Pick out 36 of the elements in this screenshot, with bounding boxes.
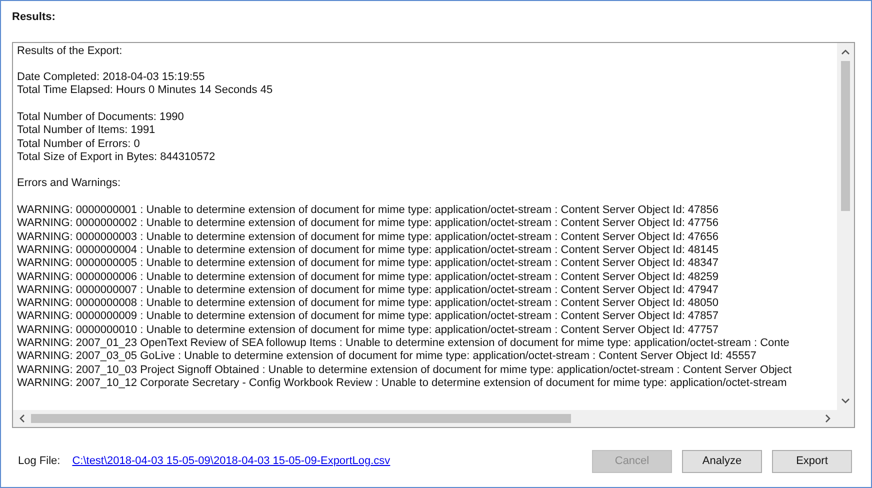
result-line: Total Size of Export in Bytes: 844310572 <box>17 150 216 164</box>
scrollbar-thumb[interactable] <box>31 414 571 422</box>
result-line: WARNING: 0000000008 : Unable to determine extension of document for mime type: application/octet-stream : Content Server Object Id: 48050 <box>17 297 719 310</box>
result-line: Errors and Warnings: <box>17 177 121 191</box>
result-line: Total Number of Errors: 0 <box>17 138 140 151</box>
result-line: Results of the Export: <box>17 44 122 58</box>
vertical-scrollbar[interactable] <box>837 42 854 410</box>
section-title: Results: <box>12 10 56 25</box>
result-line: WARNING: 2007_10_12 Corporate Secretary - Config Workbook Review : Unable to determine extension of document for mime type: application/octet-stream <box>17 376 787 390</box>
scroll-left-icon <box>19 414 25 422</box>
result-line: WARNING: 0000000004 : Unable to determine extension of document for mime type: application/octet-stream : Content Server Object Id: 48145 <box>17 244 719 258</box>
results-text-area[interactable] <box>12 42 855 428</box>
result-line: Total Number of Items: 1991 <box>17 124 156 138</box>
horizontal-scrollbar[interactable] <box>13 410 854 426</box>
log-file-label: Log File: <box>18 454 60 469</box>
result-line: WARNING: 0000000002 : Unable to determine extension of document for mime type: application/octet-stream : Content Server Object Id: 47756 <box>17 217 719 231</box>
result-line: WARNING: 2007_03_05 GoLive : Unable to determine extension of document for mime type: application/octet-stream : Content Server Object Id: 45557 <box>17 350 756 364</box>
result-line: WARNING: 0000000001 : Unable to determine extension of document for mime type: application/octet-stream : Content Server Object Id: 47856 <box>17 204 719 218</box>
dialog-button[interactable]: Analyze <box>682 450 762 472</box>
result-line: WARNING: 0000000010 : Unable to determine extension of document for mime type: application/octet-stream : Content Server Object Id: 47757 <box>17 324 719 338</box>
result-line: WARNING: 0000000006 : Unable to determine extension of document for mime type: application/octet-stream : Content Server Object Id: 48259 <box>17 270 719 284</box>
scroll-up-icon <box>841 48 850 54</box>
result-line: WARNING: 2007_10_03 Project Signoff Obtained : Unable to determine extension of document for mime type: application/octet-stream : Content Server Object <box>17 364 792 377</box>
result-line: Total Time Elapsed: Hours 0 Minutes 14 Seconds 45 <box>17 84 273 98</box>
result-line: WARNING: 2007_01_23 OpenText Review of SEA followup Items : Unable to determine extension of document for mime type: application/octet-stream : Conte <box>17 337 790 350</box>
result-line: Total Number of Documents: 1990 <box>17 110 184 124</box>
scroll-right-icon <box>825 414 831 422</box>
result-line: WARNING: 0000000007 : Unable to determine extension of document for mime type: application/octet-stream : Content Server Object Id: 47947 <box>17 284 719 298</box>
scrollbar-thumb[interactable] <box>841 60 850 210</box>
result-line: WARNING: 0000000009 : Unable to determine extension of document for mime type: application/octet-stream : Content Server Object Id: 47857 <box>17 310 719 324</box>
dialog-button[interactable]: Export <box>772 450 852 472</box>
scroll-down-icon <box>841 398 850 404</box>
log-file-link[interactable]: C:\test\2018-04-03 15-05-09\2018-04-03 15-05-09-ExportLog.csv <box>72 452 390 470</box>
result-line: WARNING: 0000000005 : Unable to determine extension of document for mime type: application/octet-stream : Content Server Object Id: 48347 <box>17 257 719 271</box>
result-line: WARNING: 0000000003 : Unable to determine extension of document for mime type: application/octet-stream : Content Server Object Id: 47656 <box>17 230 719 244</box>
result-line: Date Completed: 2018-04-03 15:19:55 <box>17 71 205 84</box>
